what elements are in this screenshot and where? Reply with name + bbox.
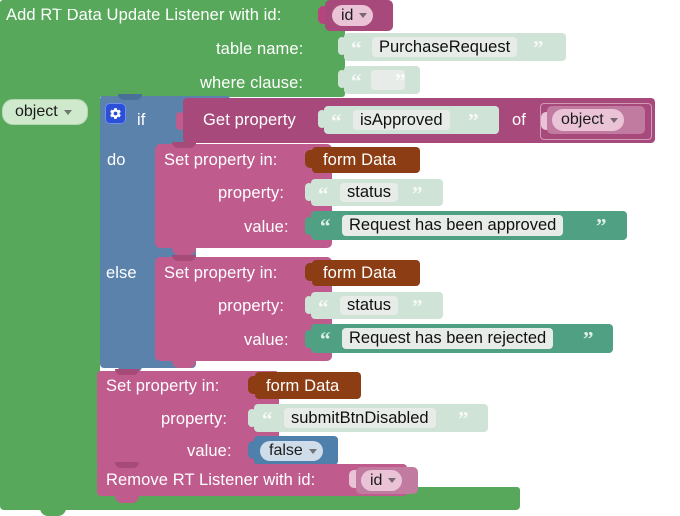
do-set-property-bottom-notch bbox=[172, 248, 196, 255]
open-quote-icon: “ bbox=[320, 214, 331, 238]
else-set-property-bottom-notch bbox=[172, 361, 196, 368]
chevron-down-icon bbox=[388, 478, 397, 483]
table-name-label: table name: bbox=[216, 40, 304, 58]
property-name-field[interactable]: isApproved bbox=[353, 110, 450, 130]
open-quote-icon: “ bbox=[351, 36, 362, 60]
close-quote-icon: ” bbox=[412, 182, 423, 206]
object-variable-dropdown[interactable]: object bbox=[6, 102, 78, 122]
condition-object-dropdown[interactable]: object bbox=[552, 109, 624, 131]
do-target-label: form Data bbox=[323, 151, 397, 169]
remove-listener-id-dropdown[interactable]: id bbox=[361, 470, 403, 491]
else-property-field[interactable]: status bbox=[340, 296, 399, 315]
if-label: if bbox=[137, 111, 146, 129]
chevron-down-icon bbox=[308, 448, 317, 454]
event-block-left-spine bbox=[0, 90, 100, 505]
of-label: of bbox=[512, 111, 526, 129]
object-variable-label: object bbox=[15, 103, 58, 120]
where-clause-label: where clause: bbox=[200, 74, 304, 92]
do-value-label: value: bbox=[244, 218, 289, 236]
else-target-label: form Data bbox=[323, 264, 397, 282]
close-quote-icon: ” bbox=[596, 214, 607, 238]
set-submit-top-notch bbox=[115, 369, 139, 375]
open-quote-icon: “ bbox=[351, 69, 362, 93]
if-block-top-notch bbox=[118, 94, 142, 100]
chevron-down-icon bbox=[63, 109, 72, 115]
open-quote-icon: “ bbox=[318, 295, 329, 319]
set-submit-value-label-text: false bbox=[269, 442, 303, 459]
set-submit-property-field[interactable]: submitBtnDisabled bbox=[284, 408, 436, 428]
else-set-property-label: Set property in: bbox=[164, 264, 278, 282]
open-quote-icon: “ bbox=[262, 407, 273, 431]
id-dropdown[interactable]: id bbox=[332, 5, 374, 26]
remove-listener-id-label: id bbox=[370, 471, 383, 489]
set-submit-target-label: form Data bbox=[266, 377, 340, 395]
set-submit-label: Set property in: bbox=[106, 377, 220, 395]
do-label: do bbox=[107, 151, 126, 169]
else-value-label: value: bbox=[244, 331, 289, 349]
table-name-field[interactable]: PurchaseRequest bbox=[372, 37, 518, 57]
do-set-property-top-notch bbox=[172, 142, 196, 148]
chevron-down-icon bbox=[609, 117, 618, 123]
blockly-workspace[interactable]: Add RT Data Update Listener with id: id … bbox=[0, 0, 680, 516]
do-property-label: property: bbox=[218, 184, 285, 202]
do-value-field[interactable]: Request has been approved bbox=[342, 215, 564, 236]
open-quote-icon: “ bbox=[320, 327, 331, 351]
add-listener-title: Add RT Data Update Listener with id: bbox=[6, 6, 282, 24]
close-quote-icon: ” bbox=[468, 109, 479, 133]
set-submit-value-label: value: bbox=[187, 442, 232, 460]
chevron-down-icon bbox=[359, 13, 368, 18]
close-quote-icon: ” bbox=[395, 69, 406, 93]
close-quote-icon: ” bbox=[583, 327, 594, 351]
else-label: else bbox=[106, 264, 137, 282]
else-value-field[interactable]: Request has been rejected bbox=[342, 328, 554, 349]
block-top-notch bbox=[50, 0, 84, 9]
remove-listener-top-notch bbox=[115, 462, 139, 468]
set-submit-value-dropdown[interactable]: false bbox=[260, 441, 323, 461]
open-quote-icon: “ bbox=[331, 109, 342, 133]
remove-rt-listener-title: Remove RT Listener with id: bbox=[106, 471, 316, 489]
else-set-property-top-notch bbox=[172, 255, 196, 261]
id-dropdown-label: id bbox=[341, 6, 354, 24]
get-property-label: Get property bbox=[203, 111, 296, 129]
set-submit-property-label: property: bbox=[161, 410, 228, 428]
else-property-label: property: bbox=[218, 297, 285, 315]
do-set-property-label: Set property in: bbox=[164, 151, 278, 169]
event-block-bottom-notch bbox=[40, 508, 66, 516]
condition-object-label: object bbox=[561, 111, 604, 128]
do-property-field[interactable]: status bbox=[340, 183, 399, 202]
close-quote-icon: ” bbox=[458, 407, 469, 431]
close-quote-icon: ” bbox=[412, 295, 423, 319]
gear-icon[interactable] bbox=[105, 103, 126, 124]
open-quote-icon: “ bbox=[318, 182, 329, 206]
remove-listener-bottom-notch bbox=[115, 496, 139, 503]
close-quote-icon: ” bbox=[533, 36, 544, 60]
